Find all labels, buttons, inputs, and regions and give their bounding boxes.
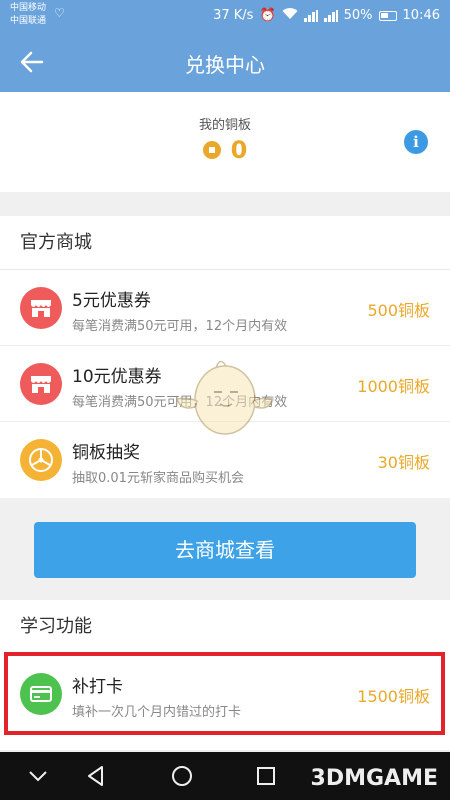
carrier-2: 中国联通 — [10, 16, 47, 26]
item-name: 10元优惠券 — [72, 367, 162, 387]
lottery-wheel-icon — [20, 439, 62, 481]
signal-icon — [303, 9, 318, 22]
chevron-down-icon[interactable] — [24, 762, 52, 790]
item-price: 1000铜板 — [357, 377, 430, 396]
watermark-text: 3DMGAME — [310, 766, 438, 791]
carrier-info: 中国移动 中国联通 — [10, 2, 46, 28]
item-price: 500铜板 — [367, 301, 430, 320]
info-icon[interactable]: i — [404, 130, 428, 154]
mascot-watermark-icon — [170, 352, 280, 442]
battery-icon — [378, 10, 397, 21]
item-desc: 抽取0.01元斩家商品购买机会 — [72, 471, 244, 486]
heartbeat-icon: ♡ — [54, 6, 65, 20]
item-desc: 每笔消费满50元可用，12个月内有效 — [72, 319, 288, 334]
balance-label: 我的铜板 — [198, 118, 251, 133]
shop-icon — [20, 363, 62, 405]
system-nav-bar: 3DMGAME — [0, 752, 450, 800]
balance-card: 我的铜板 0 i — [0, 92, 450, 192]
app-bar: 兑换中心 — [0, 32, 450, 92]
signal-icon-2 — [323, 9, 338, 22]
recents-square-icon[interactable] — [252, 762, 280, 790]
home-circle-icon[interactable] — [168, 762, 196, 790]
carrier-1: 中国移动 — [10, 3, 47, 13]
section-title-mall: 官方商城 — [0, 216, 450, 270]
item-price: 30铜板 — [377, 453, 430, 472]
item-name: 铜板抽奖 — [72, 443, 140, 463]
back-triangle-icon[interactable] — [82, 762, 110, 790]
balance-value: 0 — [230, 136, 248, 164]
battery-percent: 50% — [343, 8, 373, 23]
status-bar: 中国移动 中国联通 ♡ 37 K/s ⏰ 50% 10:46 — [0, 0, 450, 32]
network-speed: 37 K/s — [213, 8, 254, 23]
list-item[interactable]: 5元优惠券 每笔消费满50元可用，12个月内有效 500铜板 — [0, 270, 450, 346]
wifi-icon — [282, 7, 298, 24]
shop-icon — [20, 287, 62, 329]
clock: 10:46 — [402, 8, 440, 23]
section-title-study: 学习功能 — [20, 616, 92, 637]
page-title: 兑换中心 — [185, 53, 265, 77]
item-name: 5元优惠券 — [72, 291, 151, 311]
go-to-mall-button[interactable]: 去商城查看 — [34, 522, 416, 578]
highlight-box — [4, 652, 445, 735]
alarm-icon: ⏰ — [259, 8, 276, 23]
button-area: 去商城查看 — [0, 500, 450, 600]
coin-icon — [202, 141, 221, 159]
